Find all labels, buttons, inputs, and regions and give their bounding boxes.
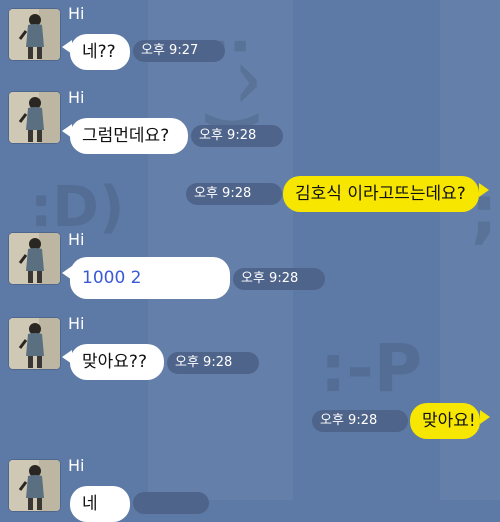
message-bubble[interactable]: 그럼먼데요? (70, 118, 188, 154)
sender-name: Hi (68, 88, 85, 107)
message-bubble[interactable]: 네?? (70, 34, 130, 70)
message-bubble[interactable]: 맞아요?? (70, 344, 164, 380)
message-time: 오후 9:28 (233, 268, 325, 290)
background-emoticon: :-P (320, 330, 423, 407)
avatar[interactable] (9, 233, 60, 284)
message-bubble[interactable]: 맞아요! (410, 403, 480, 439)
sender-name: Hi (68, 4, 85, 23)
avatar[interactable] (9, 460, 60, 511)
message-link[interactable]: 1000 2 (70, 257, 230, 299)
link-text[interactable]: 1000 2 (82, 257, 146, 299)
avatar[interactable] (9, 9, 60, 60)
avatar[interactable] (9, 318, 60, 369)
message-time: 오후 9:28 (312, 410, 408, 432)
message-bubble[interactable]: 네 (70, 486, 130, 522)
message-time: 오후 9:28 (191, 125, 283, 147)
avatar[interactable] (9, 92, 60, 143)
message-time: 오후 9:27 (133, 40, 225, 62)
message-time: 오후 9:28 (186, 183, 282, 205)
message-bubble[interactable]: 김호식 이라고뜨는데요? (283, 176, 479, 212)
sender-name: Hi (68, 230, 85, 249)
message-time: 오후 9:28 (167, 352, 259, 374)
sender-name: Hi (68, 314, 85, 333)
sender-name: Hi (68, 456, 85, 475)
message-time (133, 492, 209, 514)
